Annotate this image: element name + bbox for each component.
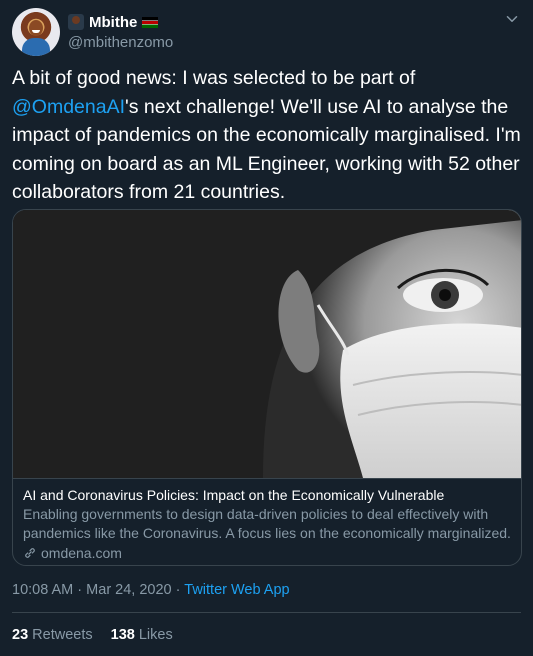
author-names: Mbithe @mbithenzomo	[68, 12, 173, 51]
retweets-label: Retweets	[32, 627, 93, 643]
display-name[interactable]: Mbithe	[89, 14, 137, 31]
retweets-stat[interactable]: 23 Retweets	[12, 627, 93, 643]
tweet-meta: 10:08 AM · Mar 24, 2020 · Twitter Web Ap…	[12, 582, 290, 598]
tweet: Mbithe @mbithenzomo A bit of good news: …	[0, 0, 533, 656]
link-icon	[25, 548, 35, 558]
display-name-row[interactable]: Mbithe	[68, 12, 173, 32]
profile-emoji-icon	[68, 14, 84, 30]
card-description: Enabling governments to design data-driv…	[23, 506, 511, 541]
likes-count: 138	[110, 627, 135, 643]
chevron-down-icon[interactable]	[503, 10, 521, 28]
likes-label: Likes	[138, 627, 173, 643]
tweet-text: A bit of good news: I was selected to be…	[12, 64, 522, 207]
meta-separator-2: ·	[175, 582, 181, 598]
tweet-date[interactable]: Mar 24, 2020	[86, 582, 171, 598]
user-handle[interactable]: @mbithenzomo	[68, 34, 173, 51]
meta-separator-1: ·	[77, 582, 83, 598]
card-body: AI and Coronavirus Policies: Impact on t…	[23, 486, 511, 563]
tweet-time[interactable]: 10:08 AM	[12, 582, 73, 598]
tweet-header: Mbithe @mbithenzomo	[12, 8, 521, 56]
retweets-count: 23	[12, 627, 29, 643]
kenya-flag-icon	[142, 16, 159, 28]
mention-link[interactable]: @OmdenaAI	[12, 96, 125, 118]
card-image[interactable]	[13, 210, 521, 479]
likes-stat[interactable]: 138 Likes	[111, 627, 173, 643]
card-title[interactable]: AI and Coronavirus Policies: Impact on t…	[23, 486, 511, 505]
tweet-text-part-1: A bit of good news: I was selected to be…	[12, 67, 416, 89]
avatar[interactable]	[12, 8, 60, 56]
avatar-shirt	[22, 38, 50, 56]
tweet-stats: 23 Retweets 138 Likes	[12, 627, 173, 643]
divider	[12, 612, 521, 613]
card-domain: omdena.com	[41, 545, 122, 561]
link-card[interactable]: AI and Coronavirus Policies: Impact on t…	[12, 209, 522, 566]
avatar-face	[29, 20, 43, 36]
card-domain-row: omdena.com	[23, 543, 511, 563]
masked-face-photo	[13, 210, 521, 478]
tweet-source-app[interactable]: Twitter Web App	[184, 582, 289, 598]
